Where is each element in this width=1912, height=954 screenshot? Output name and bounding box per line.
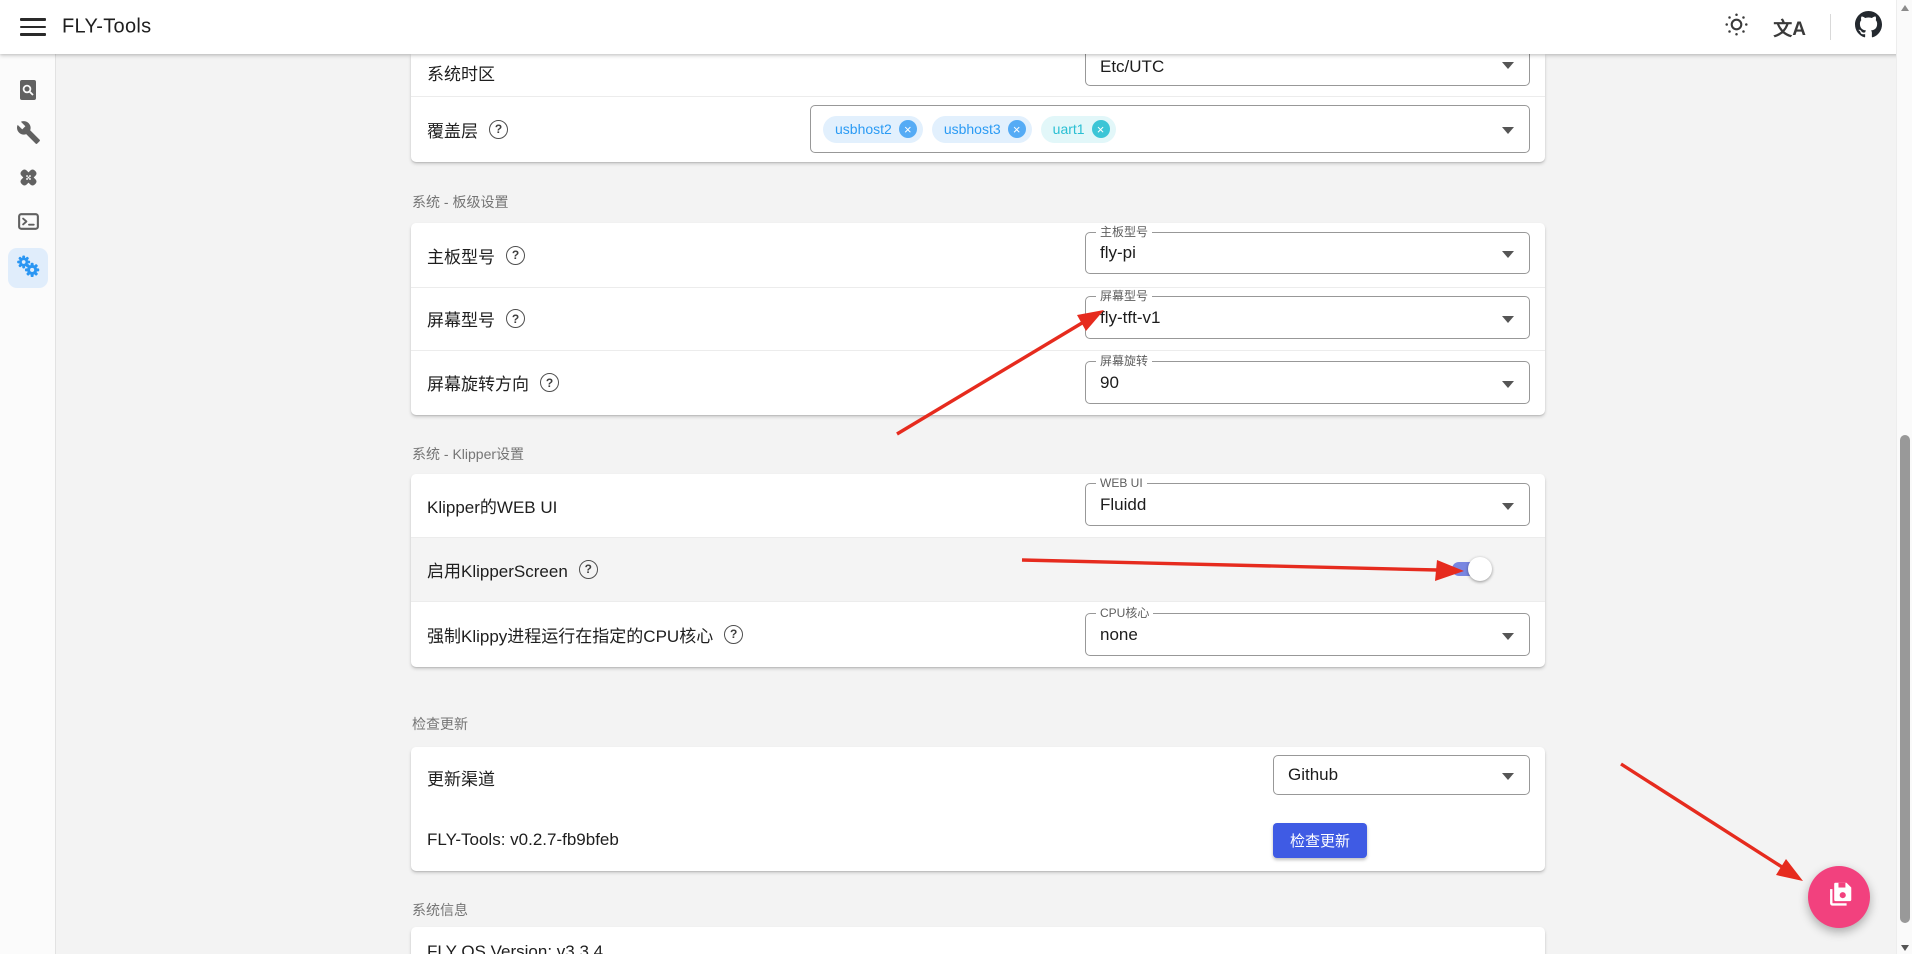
cpucore-value: none [1100,625,1138,645]
rotation-value: 90 [1100,373,1119,393]
brightness-icon [1724,12,1749,42]
row-version: FLY-Tools: v0.2.7-fb9bfeb [411,809,1545,871]
save-all-icon [1823,879,1855,916]
help-icon[interactable]: ? [506,246,525,265]
channel-label: 更新渠道 [427,765,495,790]
page-title: FLY-Tools [62,16,151,39]
screen-value: fly-tft-v1 [1100,308,1160,328]
theme-toggle-button[interactable] [1724,12,1749,42]
scrollbar [1896,0,1912,954]
card-sysinfo: FLY OS Version: v3.3.4 [411,927,1545,954]
overlays-select[interactable]: usbhost2 × usbhost3 × uart1 × [810,105,1530,153]
chip-label: usbhost2 [835,121,892,137]
row-os-version: FLY OS Version: v3.3.4 [411,935,1545,954]
rotation-select-label: 屏幕旋转 [1096,354,1152,368]
terminal-icon [16,209,41,239]
section-header-sysinfo: 系统信息 [412,900,468,920]
section-header-board: 系统 - 板级设置 [412,192,508,212]
sidebar-item-patch[interactable] [8,160,48,200]
sidebar-item-terminal[interactable] [8,204,48,244]
channel-value: Github [1288,765,1338,785]
scrollbar-thumb[interactable] [1900,435,1910,923]
github-link[interactable] [1855,11,1882,43]
section-header-klipper: 系统 - Klipper设置 [412,444,524,464]
chip-label: uart1 [1053,121,1085,137]
app-bar: FLY-Tools 文A [0,0,1912,54]
bandage-icon [16,165,41,195]
screen-select[interactable]: 屏幕型号 fly-tft-v1 [1085,296,1530,339]
webui-value: Fluidd [1100,495,1146,515]
mainboard-value: fly-pi [1100,243,1136,263]
chevron-down-icon [1502,503,1514,510]
chip-label: usbhost3 [944,121,1001,137]
section-header-updates: 检查更新 [412,714,468,734]
chip-usbhost2[interactable]: usbhost2 × [823,116,923,143]
card-updates: 更新渠道 Github FLY-Tools: v0.2.7-fb9bfeb 检查… [411,747,1545,871]
toggle-thumb [1468,557,1492,581]
card-board: 主板型号 ? 主板型号 fly-pi 屏幕型号 ? 屏幕型号 fly-tft-v… [411,223,1545,415]
klipperscreen-label: 启用KlipperScreen [427,557,568,582]
chevron-down-icon [1502,773,1514,780]
timezone-label: 系统时区 [427,60,495,85]
chip-uart1[interactable]: uart1 × [1041,116,1116,143]
overlays-label: 覆盖层 [427,117,478,142]
sidebar-item-file-search[interactable] [8,72,48,112]
chevron-down-icon [1502,316,1514,323]
klipperscreen-toggle[interactable] [1452,557,1504,581]
card-klipper: Klipper的WEB UI WEB UI Fluidd 启用KlipperSc… [411,474,1545,667]
card-general: 系统时区 Etc/UTC 覆盖层 ? usbhost2 × usbhost3 ×… [411,54,1545,162]
appbar-divider [1830,14,1831,40]
chip-close-icon[interactable]: × [1008,120,1026,138]
sidebar-item-tools[interactable] [8,115,48,155]
check-update-button[interactable]: 检查更新 [1273,823,1367,858]
translate-button[interactable]: 文A [1773,14,1806,41]
help-icon[interactable]: ? [506,309,525,328]
chevron-down-icon [1502,633,1514,640]
version-label: FLY-Tools: v0.2.7-fb9bfeb [427,830,619,850]
mainboard-select-label: 主板型号 [1096,225,1152,239]
scrollbar-down-arrow[interactable] [1901,945,1909,951]
screen-label: 屏幕型号 [427,306,495,331]
webui-select[interactable]: WEB UI Fluidd [1085,483,1530,526]
gears-icon [15,253,41,284]
chevron-down-icon [1502,62,1514,69]
cpucore-label: 强制Klippy进程运行在指定的CPU核心 [427,622,713,647]
os-version-label: FLY OS Version: v3.3.4 [427,942,603,954]
chevron-down-icon [1502,381,1514,388]
row-klipperscreen: 启用KlipperScreen ? [411,537,1545,601]
scrollbar-up-arrow[interactable] [1901,5,1909,11]
chevron-down-icon [1502,251,1514,258]
menu-button[interactable] [20,15,46,39]
sidebar-item-settings[interactable] [8,248,48,288]
rotation-label: 屏幕旋转方向 [427,370,529,395]
chip-close-icon[interactable]: × [899,120,917,138]
webui-label: Klipper的WEB UI [427,493,557,518]
help-icon[interactable]: ? [489,120,508,139]
file-search-icon [16,78,40,107]
chip-usbhost3[interactable]: usbhost3 × [932,116,1032,143]
screen-select-label: 屏幕型号 [1096,289,1152,303]
help-icon[interactable]: ? [540,373,559,392]
mainboard-select[interactable]: 主板型号 fly-pi [1085,232,1530,274]
cpucore-select-label: CPU核心 [1096,606,1153,620]
github-icon [1855,11,1882,43]
help-icon[interactable]: ? [579,560,598,579]
wrench-icon [16,120,41,150]
rotation-select[interactable]: 屏幕旋转 90 [1085,361,1530,404]
save-fab-button[interactable] [1808,866,1870,928]
timezone-value: Etc/UTC [1100,57,1164,77]
webui-select-label: WEB UI [1096,476,1147,490]
translate-icon: 文A [1773,14,1806,41]
chevron-down-icon [1502,127,1514,134]
help-icon[interactable]: ? [724,625,743,644]
chip-close-icon[interactable]: × [1092,120,1110,138]
channel-select[interactable]: Github [1273,755,1530,795]
cpucore-select[interactable]: CPU核心 none [1085,613,1530,656]
sidebar [0,54,56,954]
mainboard-label: 主板型号 [427,243,495,268]
